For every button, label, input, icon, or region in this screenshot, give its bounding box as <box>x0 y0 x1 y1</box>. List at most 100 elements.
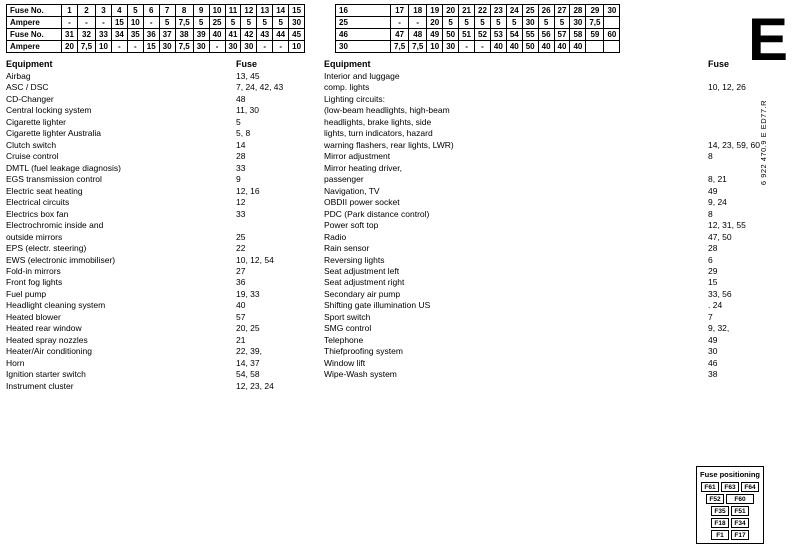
list-item: CD-Changer48 <box>6 94 316 105</box>
fuse-f18: F18 <box>711 518 729 528</box>
list-item: Instrument cluster12, 23, 24 <box>6 381 316 392</box>
fuse-row-2: F52 F60 <box>700 494 760 504</box>
equipment-right: Equipment Fuse Interior and luggage comp… <box>324 59 788 392</box>
fuse-10: 10 <box>209 5 225 17</box>
tables-area: Fuse No. 1 2 3 4 5 6 7 8 9 10 11 12 13 1… <box>6 4 788 53</box>
list-item: passenger8, 21 <box>324 174 788 185</box>
fuse-row-3: F35 F51 <box>700 506 760 516</box>
fuse-8: 8 <box>175 5 193 17</box>
list-item: Cigarette lighter Australia5, 8 <box>6 128 316 139</box>
list-item: Front fog lights36 <box>6 277 316 288</box>
list-item: Cigarette lighter5 <box>6 117 316 128</box>
fuse-positioning-title: Fuse positioning <box>700 470 760 479</box>
fuse-6: 6 <box>143 5 159 17</box>
equipment-left: Equipment Fuse Airbag13, 45 ASC / DSC7, … <box>6 59 316 392</box>
fuse-14: 14 <box>273 5 289 17</box>
list-item: PDC (Park distance control)8 <box>324 209 788 220</box>
list-item: Ignition starter switch54, 58 <box>6 369 316 380</box>
list-item: DMTL (fuel leakage diagnosis)33 <box>6 163 316 174</box>
list-item: Fold-in mirrors27 <box>6 266 316 277</box>
fuse-9: 9 <box>193 5 209 17</box>
ampere-label-2: Ampere <box>7 41 62 53</box>
fuse-4: 4 <box>111 5 127 17</box>
eq-right-equipment-header: Equipment <box>324 59 708 69</box>
eq-right-header: Equipment Fuse <box>324 59 788 69</box>
list-item: lights, turn indicators, hazard <box>324 128 788 139</box>
fuse-row-4: F18 F34 <box>700 518 760 528</box>
fuse-5: 5 <box>127 5 143 17</box>
fuse-f1: F1 <box>711 530 729 540</box>
fuse-13: 13 <box>257 5 273 17</box>
part-number: 6 922 470.9 E ED77.R <box>759 100 768 185</box>
list-item: Telephone49 <box>324 335 788 346</box>
list-item: Central locking system11, 30 <box>6 105 316 116</box>
fuse-7: 7 <box>159 5 175 17</box>
eq-left-header: Equipment Fuse <box>6 59 316 69</box>
list-item: Cruise control28 <box>6 151 316 162</box>
right-fuse-table: 16 17 18 19 20 21 22 23 24 25 26 27 28 2… <box>335 4 620 53</box>
fuse-f35: F35 <box>711 506 729 516</box>
list-item: headlights, brake lights, side <box>324 117 788 128</box>
fuse-row-1: F61 F63 F64 <box>700 482 760 492</box>
list-item: Seat adjustment right15 <box>324 277 788 288</box>
fuse-12: 12 <box>241 5 257 17</box>
list-item: ASC / DSC7, 24, 42, 43 <box>6 82 316 93</box>
list-item: Airbag13, 45 <box>6 71 316 82</box>
list-item: Seat adjustment left29 <box>324 266 788 277</box>
list-item: Window lift46 <box>324 358 788 369</box>
fuse-f63: F63 <box>721 482 739 492</box>
equipment-area: Equipment Fuse Airbag13, 45 ASC / DSC7, … <box>6 59 788 392</box>
list-item: Thiefproofing system30 <box>324 346 788 357</box>
fuse-f64: F64 <box>741 482 759 492</box>
list-item: warning flashers, rear lights, LWR)14, 2… <box>324 140 788 151</box>
list-item: Electrics box fan33 <box>6 209 316 220</box>
list-item: Electrochromic inside and <box>6 220 316 231</box>
list-item: Clutch switch14 <box>6 140 316 151</box>
fuse-2: 2 <box>77 5 95 17</box>
list-item-heated-spray-nozzles: Heated spray nozzles21 <box>6 335 316 346</box>
list-item: Secondary air pump33, 56 <box>324 289 788 300</box>
list-item: Reversing lights6 <box>324 255 788 266</box>
left-tables: Fuse No. 1 2 3 4 5 6 7 8 9 10 11 12 13 1… <box>6 4 305 53</box>
list-item: outside mirrors25 <box>6 232 316 243</box>
list-item: Power soft top12, 31, 55 <box>324 220 788 231</box>
list-item: Horn14, 37 <box>6 358 316 369</box>
list-item: Interior and luggage <box>324 71 788 82</box>
fuse-no-label-2: Fuse No. <box>7 29 62 41</box>
fuse-row-5: F1 F17 <box>700 530 760 540</box>
main-container: Fuse No. 1 2 3 4 5 6 7 8 9 10 11 12 13 1… <box>0 0 794 396</box>
list-item: Radio47, 50 <box>324 232 788 243</box>
fuse-pos-layout: F61 F63 F64 F52 F60 F35 F51 F18 F34 F1 F… <box>700 482 760 540</box>
eq-left-equipment-header: Equipment <box>6 59 236 69</box>
fuse-f52: F52 <box>706 494 724 504</box>
fuse-3: 3 <box>96 5 112 17</box>
fuse-11: 11 <box>225 5 241 17</box>
fuse-15: 15 <box>289 5 305 17</box>
fuse-f51: F51 <box>731 506 749 516</box>
fuse-no-label-1: Fuse No. <box>7 5 62 17</box>
eq-left-fuse-header: Fuse <box>236 59 316 69</box>
list-item: EPS (electr. steering)22 <box>6 243 316 254</box>
right-tables: 16 17 18 19 20 21 22 23 24 25 26 27 28 2… <box>335 4 620 53</box>
list-item: OBDII power socket9, 24 <box>324 197 788 208</box>
list-item: Navigation, TV49 <box>324 186 788 197</box>
list-item: comp. lights10, 12, 26 <box>324 82 788 93</box>
left-fuse-table: Fuse No. 1 2 3 4 5 6 7 8 9 10 11 12 13 1… <box>6 4 305 53</box>
list-item: Headlight cleaning system40 <box>6 300 316 311</box>
list-item: Mirror heating driver, <box>324 163 788 174</box>
list-item: Heated blower57 <box>6 312 316 323</box>
list-item: Electric seat heating12, 16 <box>6 186 316 197</box>
list-item: Heater/Air conditioning22, 39, <box>6 346 316 357</box>
list-item-heated-rear-window: Heated rear window20, 25 <box>6 323 316 334</box>
fuse-f34: F34 <box>731 518 749 528</box>
list-item: Sport switch7 <box>324 312 788 323</box>
list-item: Mirror adjustment8 <box>324 151 788 162</box>
ampere-label-1: Ampere <box>7 17 62 29</box>
list-item: Wipe-Wash system38 <box>324 369 788 380</box>
fuse-1: 1 <box>62 5 78 17</box>
fuse-f60: F60 <box>726 494 754 504</box>
list-item: Fuel pump19, 33 <box>6 289 316 300</box>
list-item: Lighting circuits: <box>324 94 788 105</box>
list-item: Rain sensor28 <box>324 243 788 254</box>
fuse-f61: F61 <box>701 482 719 492</box>
